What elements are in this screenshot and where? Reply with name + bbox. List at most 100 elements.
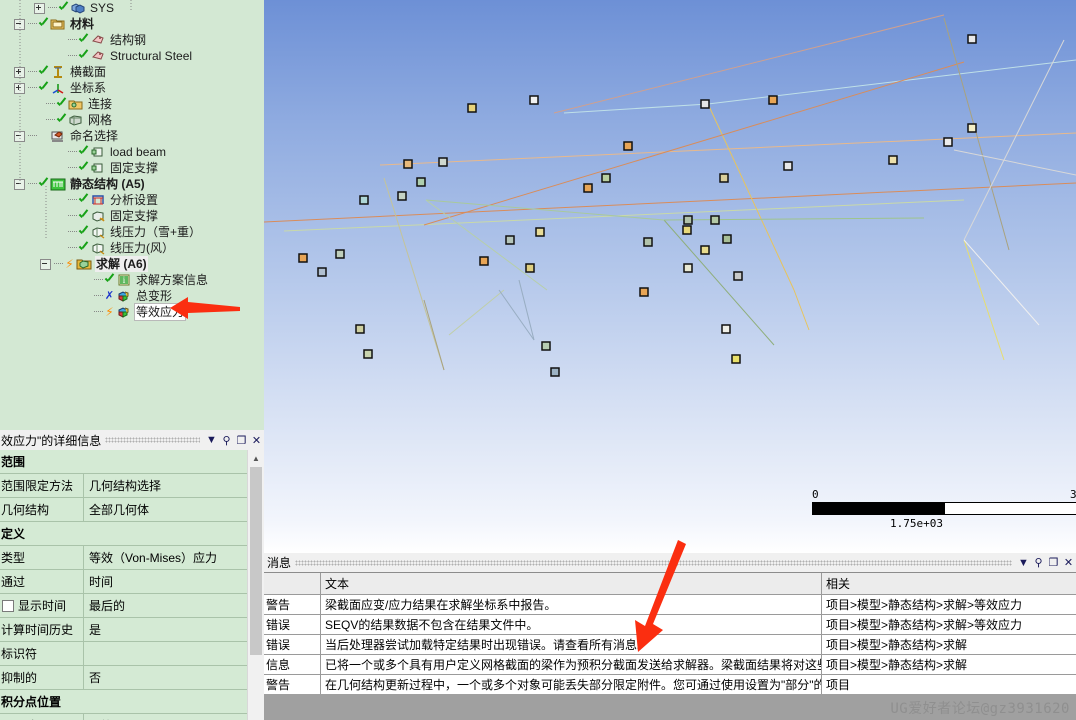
details-property-row[interactable]: 通过 时间 <box>0 570 264 594</box>
details-dropdown-icon[interactable]: ▼ <box>204 433 219 448</box>
status-bolt-icon: ⚡ <box>65 256 74 271</box>
tree-item-8[interactable]: 命名选择 <box>0 128 264 144</box>
tree-item-7[interactable]: 网格 <box>0 112 264 128</box>
details-property-row[interactable]: 标识符 <box>0 642 264 666</box>
tree-item-label: 线压力(风） <box>110 241 174 255</box>
tree-expander-collapse-icon[interactable] <box>14 18 25 30</box>
col-related-header: 相关 <box>826 577 851 591</box>
tree-item-label: 固定支撑 <box>110 161 159 175</box>
status-none-icon <box>38 130 49 143</box>
details-key: 类型 <box>0 546 84 569</box>
messages-titlebar[interactable]: 消息 ▼ ⚲ ❐ ✕ <box>264 553 1076 572</box>
tree-item-label: 结构钢 <box>110 33 147 47</box>
details-value[interactable]: 等效（Von-Mises）应力 <box>84 549 264 566</box>
tree-item-label: load beam <box>110 145 167 159</box>
tree-item-9[interactable]: load beam <box>0 144 264 160</box>
details-property-row[interactable]: 范围限定方法 几何结构选择 <box>0 474 264 498</box>
tree-item-18[interactable]: ✗ 总变形 <box>0 288 264 304</box>
message-row[interactable]: 错误 SEQV的结果数据不包含在结果文件中。 项目>模型>静态结构>求解>等效应力 <box>264 615 1076 635</box>
scale-max-label: 3.5 <box>1070 488 1076 501</box>
tree-expander-collapse-icon[interactable] <box>14 178 25 190</box>
details-key-label: 积分点位置 <box>1 695 62 709</box>
status-check-icon <box>78 194 89 207</box>
details-property-row[interactable]: 显示时间 最后的 <box>0 594 264 618</box>
details-pin-icon[interactable]: ⚲ <box>219 433 234 448</box>
details-property-row[interactable]: 计算时间历史是 <box>0 618 264 642</box>
tree-item-6[interactable]: 连接 <box>0 96 264 112</box>
details-value[interactable]: 时间 <box>84 573 264 590</box>
graphics-viewport[interactable]: 0 3.5 1.75e+03 <box>264 0 1076 553</box>
details-value[interactable]: 全部几何体 <box>84 501 264 518</box>
tree-item-10[interactable]: 固定支撑 <box>0 160 264 176</box>
tree-item-label: Structural Steel <box>110 49 193 63</box>
tree-item-12[interactable]: 分析设置 <box>0 192 264 208</box>
details-property-row[interactable]: 抑制的 否 <box>0 666 264 690</box>
material-folder-icon <box>50 17 66 31</box>
status-bolt-icon: ⚡ <box>105 304 114 319</box>
message-related: 项目>模型>静态结构>求解 <box>826 658 968 672</box>
messages-panel[interactable]: 消息 ▼ ⚲ ❐ ✕ 文本 相关 警告 梁截面应变/应力结果在求解坐标系中报告。 项目>… <box>264 553 1076 720</box>
message-row[interactable]: 警告 梁截面应变/应力结果在求解坐标系中报告。 项目>模型>静态结构>求解>等效应力 <box>264 595 1076 615</box>
tree-expander-expand-icon[interactable] <box>14 66 25 78</box>
details-property-row[interactable]: 几何结构 全部几何体 <box>0 498 264 522</box>
tree-item-label: 静态结构 (A5) <box>70 177 145 191</box>
tree-item-13[interactable]: 固定支撑 <box>0 208 264 224</box>
material-tag-icon <box>90 33 106 47</box>
details-value[interactable]: 几何结构选择 <box>84 477 264 494</box>
messages-pin-icon[interactable]: ⚲ <box>1031 555 1046 570</box>
scale-track <box>812 502 1076 515</box>
tree-item-5[interactable]: 坐标系 <box>0 80 264 96</box>
tree-item-2[interactable]: 结构钢 <box>0 32 264 48</box>
tree-item-0[interactable]: SYS <box>0 0 264 16</box>
message-row[interactable]: 警告 在几何结构更新过程中，一个或多个对象可能丢失部分限定附件。您可通过使用设置为… <box>264 675 1076 695</box>
cross-section-icon <box>50 65 66 79</box>
tree-item-3[interactable]: Structural Steel <box>0 48 264 64</box>
tree-expander-collapse-icon[interactable] <box>40 258 51 270</box>
outline-tree-panel[interactable]: SYS 材料 结构钢 Structural Steel 横截面 坐标系 连接 网格 命名选择 lo… <box>0 0 264 430</box>
solution-info-icon: i <box>116 273 132 287</box>
message-type: 信息 <box>264 655 321 674</box>
tree-item-16[interactable]: ⚡ 求解 (A6) <box>0 256 264 272</box>
fixed-support-icon <box>90 209 106 223</box>
details-property-row[interactable]: 显示选项平均 <box>0 714 264 720</box>
details-property-grid[interactable]: 范围 范围限定方法 几何结构选择 几何结构 全部几何体 定义 类型 等效（Von-Mises）… <box>0 450 264 720</box>
details-panel-titlebar[interactable]: 效应力"的详细信息 ▼ ⚲ ❐ ✕ <box>0 430 264 450</box>
details-section-row: 范围 <box>0 450 264 474</box>
tree-expander-expand-icon[interactable] <box>14 82 25 94</box>
details-scrollbar[interactable]: ▲ <box>247 450 264 720</box>
tree-item-1[interactable]: 材料 <box>0 16 264 32</box>
tree-item-14[interactable]: 线压力（雪+重） <box>0 224 264 240</box>
coordinate-system-icon <box>50 81 66 95</box>
messages-table[interactable]: 文本 相关 警告 梁截面应变/应力结果在求解坐标系中报告。 项目>模型>静态结构>求解>… <box>264 572 1076 695</box>
tree-item-15[interactable]: 线压力(风） <box>0 240 264 256</box>
messages-dropdown-icon[interactable]: ▼ <box>1016 555 1031 570</box>
details-value[interactable]: 否 <box>84 669 264 686</box>
tree-expander-collapse-icon[interactable] <box>14 130 25 142</box>
display-time-checkbox[interactable] <box>2 599 14 612</box>
details-close-icon[interactable]: ✕ <box>249 433 264 448</box>
tree-item-4[interactable]: 横截面 <box>0 64 264 80</box>
details-panel-grip <box>105 437 200 443</box>
message-type: 错误 <box>264 635 321 654</box>
scroll-up-icon[interactable]: ▲ <box>248 450 264 466</box>
tree-item-label: 分析设置 <box>110 193 159 207</box>
details-panel[interactable]: 效应力"的详细信息 ▼ ⚲ ❐ ✕ 范围 范围限定方法 几何结构选择 几何结构 全部几何… <box>0 430 264 720</box>
scroll-thumb[interactable] <box>250 467 262 655</box>
message-row[interactable]: 错误 当后处理器尝试加载特定结果时出现错误。请查看所有消息。 项目>模型>静态结构>… <box>264 635 1076 655</box>
tree-expander-expand-icon[interactable] <box>34 2 45 14</box>
messages-maximize-icon[interactable]: ❐ <box>1046 555 1061 570</box>
message-related: 项目>模型>静态结构>求解>等效应力 <box>826 598 1023 612</box>
tree-item-17[interactable]: i 求解方案信息 <box>0 272 264 288</box>
messages-close-icon[interactable]: ✕ <box>1061 555 1076 570</box>
details-key-label: 范围限定方法 <box>1 479 74 493</box>
tree-item-11[interactable]: 静态结构 (A5) <box>0 176 264 192</box>
details-value[interactable]: 是 <box>84 621 264 638</box>
details-maximize-icon[interactable]: ❐ <box>234 433 249 448</box>
message-row[interactable]: 信息 已将一个或多个具有用户定义网格截面的梁作为预积分截面发送给求解器。梁截面结果… <box>264 655 1076 675</box>
details-property-row[interactable]: 类型 等效（Von-Mises）应力 <box>0 546 264 570</box>
geometry-icon <box>70 1 86 15</box>
details-value[interactable]: 最后的 <box>84 597 264 614</box>
selection-box-icon <box>90 161 106 175</box>
tree-item-label: 固定支撑 <box>110 209 159 223</box>
tree-item-19[interactable]: ⚡ 等效应力 <box>0 303 264 321</box>
